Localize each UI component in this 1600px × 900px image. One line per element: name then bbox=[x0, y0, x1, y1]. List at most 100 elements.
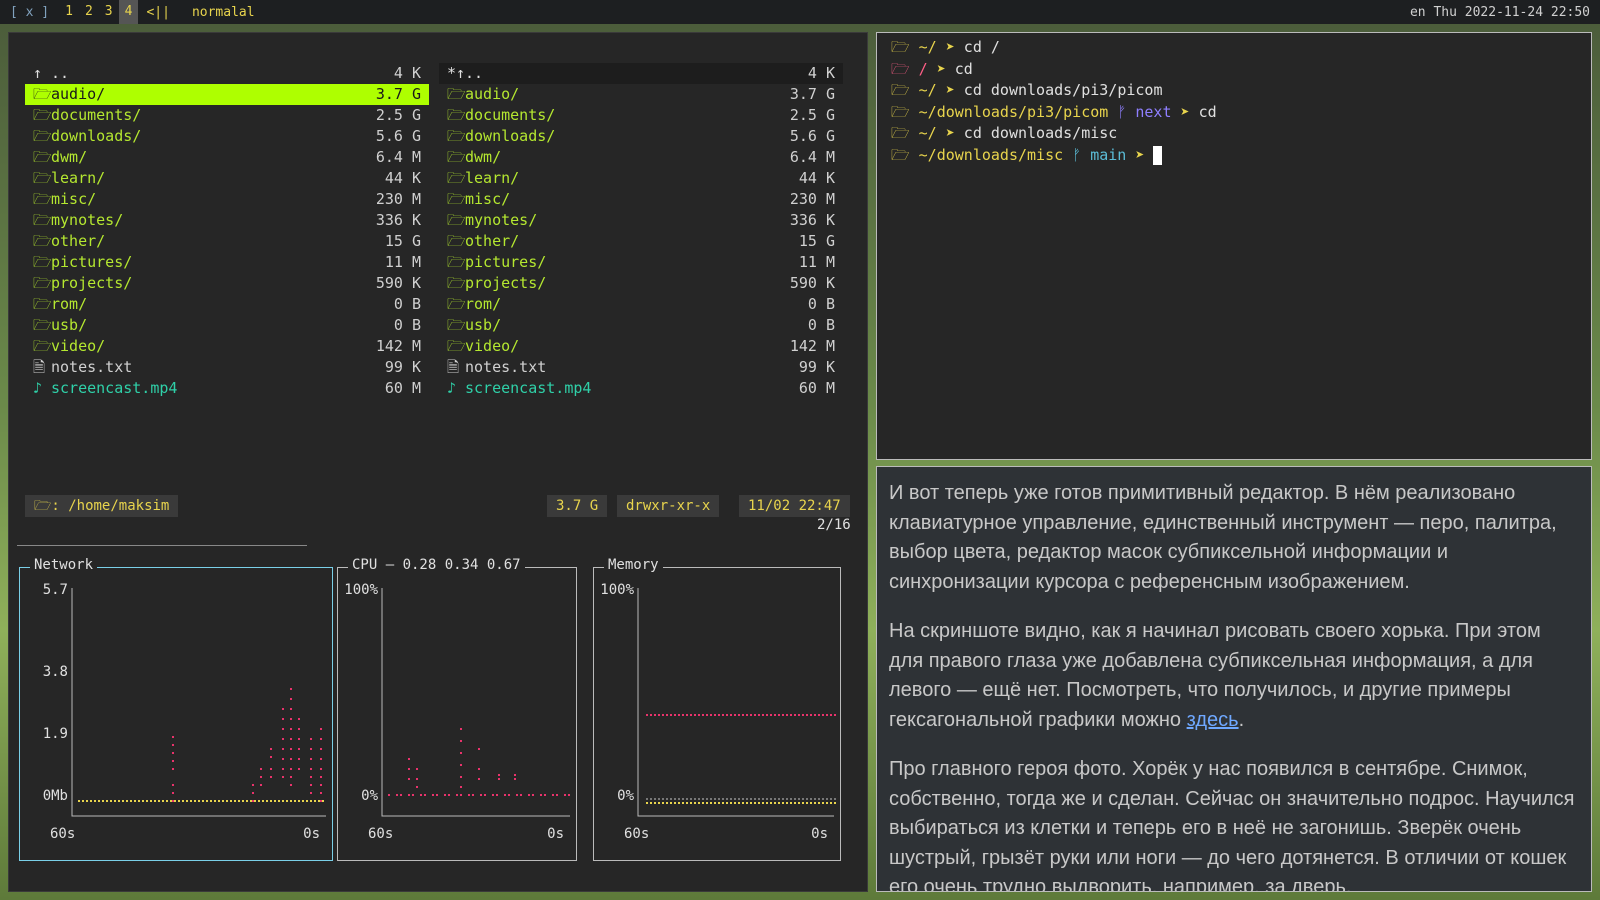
dir-row[interactable]: 🗁 downloads/5.6 G bbox=[439, 126, 843, 147]
dir-row[interactable]: 🗁 documents/2.5 G bbox=[439, 105, 843, 126]
graph-dot bbox=[320, 792, 322, 794]
dir-row[interactable]: 🗁 learn/44 K bbox=[439, 168, 843, 189]
graph-dot bbox=[310, 784, 312, 786]
terminal-line: 🗁 ~/ ➤ cd / bbox=[877, 37, 1591, 59]
graph-dot bbox=[794, 714, 796, 716]
graph-dot bbox=[82, 800, 84, 802]
terminal-window[interactable]: 🗁 ~/ ➤ cd / 🗁 / ➤ cd 🗁 ~/ ➤ cd downloads/p… bbox=[876, 32, 1592, 460]
graph-dot bbox=[456, 794, 458, 796]
graph-dot bbox=[690, 798, 692, 800]
graph-dot bbox=[734, 798, 736, 800]
dir-row[interactable]: 🗁 usb/0 B bbox=[439, 315, 843, 336]
graph-dot bbox=[698, 798, 700, 800]
graph-dot bbox=[814, 714, 816, 716]
dir-row[interactable]: 🗁 usb/0 B bbox=[25, 315, 429, 336]
folder-icon: 🗁 bbox=[891, 102, 919, 121]
dir-row[interactable]: 🗁 projects/590 K bbox=[25, 273, 429, 294]
file-row[interactable]: 🗎 notes.txt 99 K bbox=[25, 357, 429, 378]
git-branch-icon: ᚠ bbox=[1117, 102, 1136, 121]
graph-dot bbox=[718, 714, 720, 716]
layout-indicator[interactable]: <|| bbox=[138, 5, 177, 20]
graph-dot bbox=[702, 798, 704, 800]
file-row[interactable]: 🗎 notes.txt 99 K bbox=[439, 357, 843, 378]
dir-row[interactable]: 🗁 dwm/6.4 M bbox=[25, 147, 429, 168]
dir-row[interactable]: 🗁 documents/2.5 G bbox=[25, 105, 429, 126]
command: cd downloads/misc bbox=[963, 124, 1118, 143]
graph-dot bbox=[826, 798, 828, 800]
folder-icon: 🗁 bbox=[33, 295, 52, 313]
graph-dot bbox=[790, 714, 792, 716]
graph-dot bbox=[172, 760, 174, 762]
graph-dot bbox=[214, 800, 216, 802]
graph-dot bbox=[738, 798, 740, 800]
close-button[interactable]: [ x ] bbox=[0, 5, 59, 20]
dir-row[interactable]: 🗁 pictures/11 M bbox=[439, 252, 843, 273]
file-manager-window: ↑.. 4 K 🗁 audio/3.7 G 🗁 documents/2.5 G 🗁 downl… bbox=[8, 32, 868, 892]
file-row[interactable]: ♪ screencast.mp4 60 M bbox=[439, 378, 843, 399]
here-link[interactable]: здесь bbox=[1187, 709, 1239, 731]
dir-row[interactable]: 🗁 audio/3.7 G bbox=[439, 84, 843, 105]
file-name: dwm/ bbox=[51, 148, 88, 166]
graph-dot bbox=[290, 708, 292, 710]
dir-row[interactable]: 🗁 other/15 G bbox=[439, 231, 843, 252]
folder-icon: 🗁 bbox=[33, 190, 52, 208]
graph-dot bbox=[650, 802, 652, 804]
workspace-2[interactable]: 2 bbox=[79, 0, 99, 24]
graph-dot bbox=[484, 794, 486, 796]
dir-row[interactable]: 🗁 projects/590 K bbox=[439, 273, 843, 294]
workspace-3[interactable]: 3 bbox=[99, 0, 119, 24]
text-cursor bbox=[1153, 145, 1163, 165]
graph-dot bbox=[286, 800, 288, 802]
dir-row[interactable]: 🗁 rom/0 B bbox=[25, 294, 429, 315]
graph-dot bbox=[826, 802, 828, 804]
prompt-arrow-icon: ➤ bbox=[1171, 102, 1199, 121]
graph-dot bbox=[714, 714, 716, 716]
graph-dot bbox=[122, 800, 124, 802]
dir-row[interactable]: 🗁 downloads/5.6 G bbox=[25, 126, 429, 147]
folder-icon: 🗁 bbox=[33, 85, 52, 103]
workspace-1[interactable]: 1 bbox=[59, 0, 79, 24]
prompt-arrow-icon: ➤ bbox=[927, 59, 955, 78]
graph-dot bbox=[408, 758, 410, 760]
file-size: 590 K bbox=[789, 274, 835, 292]
file-name: usb/ bbox=[465, 316, 502, 334]
graph-dot bbox=[770, 798, 772, 800]
file-row[interactable]: ♪ screencast.mp4 60 M bbox=[25, 378, 429, 399]
parent-dir-row[interactable]: *↑.. 4 K bbox=[439, 63, 843, 84]
graph-dot bbox=[290, 800, 292, 802]
graph-dot bbox=[492, 794, 494, 796]
graph-dot bbox=[544, 794, 546, 796]
dir-row[interactable]: 🗁 other/15 G bbox=[25, 231, 429, 252]
file-name: other/ bbox=[465, 232, 520, 250]
graph-dot bbox=[802, 714, 804, 716]
dir-row[interactable]: 🗁 video/142 M bbox=[25, 336, 429, 357]
graph-dot bbox=[460, 740, 462, 742]
graph-dot bbox=[682, 798, 684, 800]
dir-row[interactable]: 🗁 pictures/11 M bbox=[25, 252, 429, 273]
dir-row[interactable]: 🗁 audio/3.7 G bbox=[25, 84, 429, 105]
graph-dot bbox=[172, 768, 174, 770]
dir-row[interactable]: 🗁 video/142 M bbox=[439, 336, 843, 357]
file-size: 336 K bbox=[789, 211, 835, 229]
graph-dot bbox=[94, 800, 96, 802]
graph-dot bbox=[662, 714, 664, 716]
graph-dot bbox=[310, 768, 312, 770]
file-size: 0 B bbox=[807, 295, 835, 313]
file-size: 44 K bbox=[384, 169, 421, 187]
dir-row[interactable]: 🗁 mynotes/336 K bbox=[25, 210, 429, 231]
workspace-4[interactable]: 4 bbox=[118, 0, 139, 24]
dir-row[interactable]: 🗁 mynotes/336 K bbox=[439, 210, 843, 231]
dir-row[interactable]: 🗁 learn/44 K bbox=[25, 168, 429, 189]
prompt-arrow-icon: ➤ bbox=[1126, 145, 1154, 164]
file-size: 142 M bbox=[789, 337, 835, 355]
terminal-line: 🗁 ~/ ➤ cd downloads/misc bbox=[877, 123, 1591, 145]
graph-dot bbox=[774, 802, 776, 804]
parent-dir-row[interactable]: ↑.. 4 K bbox=[25, 63, 429, 84]
dir-row[interactable]: 🗁 dwm/6.4 M bbox=[439, 147, 843, 168]
dir-row[interactable]: 🗁 misc/230 M bbox=[25, 189, 429, 210]
graph-dot bbox=[734, 714, 736, 716]
dir-row[interactable]: 🗁 misc/230 M bbox=[439, 189, 843, 210]
graph-dot bbox=[750, 714, 752, 716]
graph-dot bbox=[118, 800, 120, 802]
dir-row[interactable]: 🗁 rom/0 B bbox=[439, 294, 843, 315]
